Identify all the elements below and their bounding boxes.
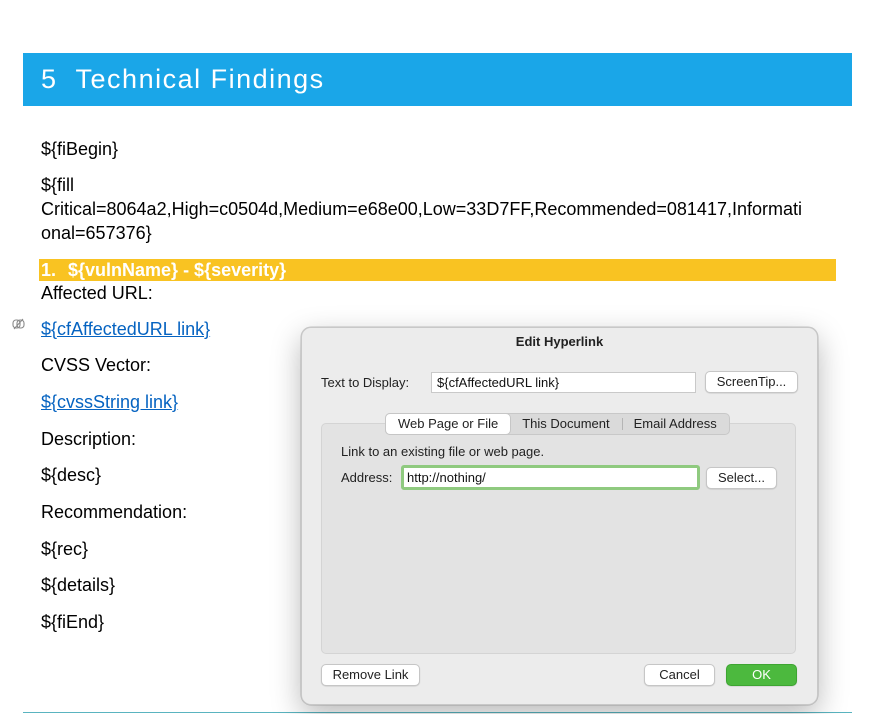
text-to-display-input[interactable] <box>431 372 696 393</box>
address-label: Address: <box>341 470 393 485</box>
cvss-link[interactable]: ${cvssString link} <box>41 390 178 414</box>
fi-begin-text: ${fiBegin} <box>41 139 119 159</box>
desc-text: ${desc} <box>41 465 102 485</box>
details-text: ${details} <box>41 575 116 595</box>
tab-email-address[interactable]: Email Address <box>621 414 729 434</box>
remove-link-button[interactable]: Remove Link <box>321 664 420 686</box>
tab-web-page-or-file[interactable]: Web Page or File <box>386 414 511 434</box>
section-heading: 5 Technical Findings <box>23 53 852 106</box>
fill-line-3: onal=657376} <box>41 223 152 243</box>
fill-line-1: ${fill <box>41 175 75 195</box>
severity-heading: 1. ${vulnName} - ${severity} <box>39 259 836 281</box>
section-number: 5 <box>41 64 58 94</box>
severity-heading-text: ${vulnName} - ${severity} <box>68 260 287 280</box>
cancel-button[interactable]: Cancel <box>644 664 715 686</box>
fill-line-2: Critical=8064a2,High=c0504d,Medium=e68e0… <box>41 199 802 219</box>
instruction-text: Link to an existing file or web page. <box>341 444 545 459</box>
rec-text: ${rec} <box>41 539 89 559</box>
tab-this-document[interactable]: This Document <box>510 414 621 434</box>
affected-url-label: Affected URL: <box>41 283 153 303</box>
footer-rule <box>23 712 852 713</box>
link-type-tabs: Web Page or File This Document Email Add… <box>385 413 730 435</box>
ok-button[interactable]: OK <box>726 664 797 686</box>
screentip-button[interactable]: ScreenTip... <box>705 371 798 393</box>
edit-hyperlink-dialog: Edit Hyperlink Text to Display: ScreenTi… <box>301 327 818 705</box>
select-button[interactable]: Select... <box>706 467 777 489</box>
address-input[interactable] <box>401 465 700 490</box>
fi-end-text: ${fiEnd} <box>41 612 105 632</box>
text-to-display-label: Text to Display: <box>321 375 410 390</box>
hyperlink-margin-icon <box>12 318 25 330</box>
section-title: Technical Findings <box>75 64 325 94</box>
affected-url-link[interactable]: ${cfAffectedURL link} <box>41 317 210 341</box>
cvss-vector-label: CVSS Vector: <box>41 355 152 375</box>
list-number: 1. <box>41 260 57 280</box>
description-label: Description: <box>41 429 137 449</box>
fill-paragraph: ${fill Critical=8064a2,High=c0504d,Mediu… <box>41 173 841 245</box>
recommendation-label: Recommendation: <box>41 502 188 522</box>
dialog-title: Edit Hyperlink <box>515 334 604 349</box>
